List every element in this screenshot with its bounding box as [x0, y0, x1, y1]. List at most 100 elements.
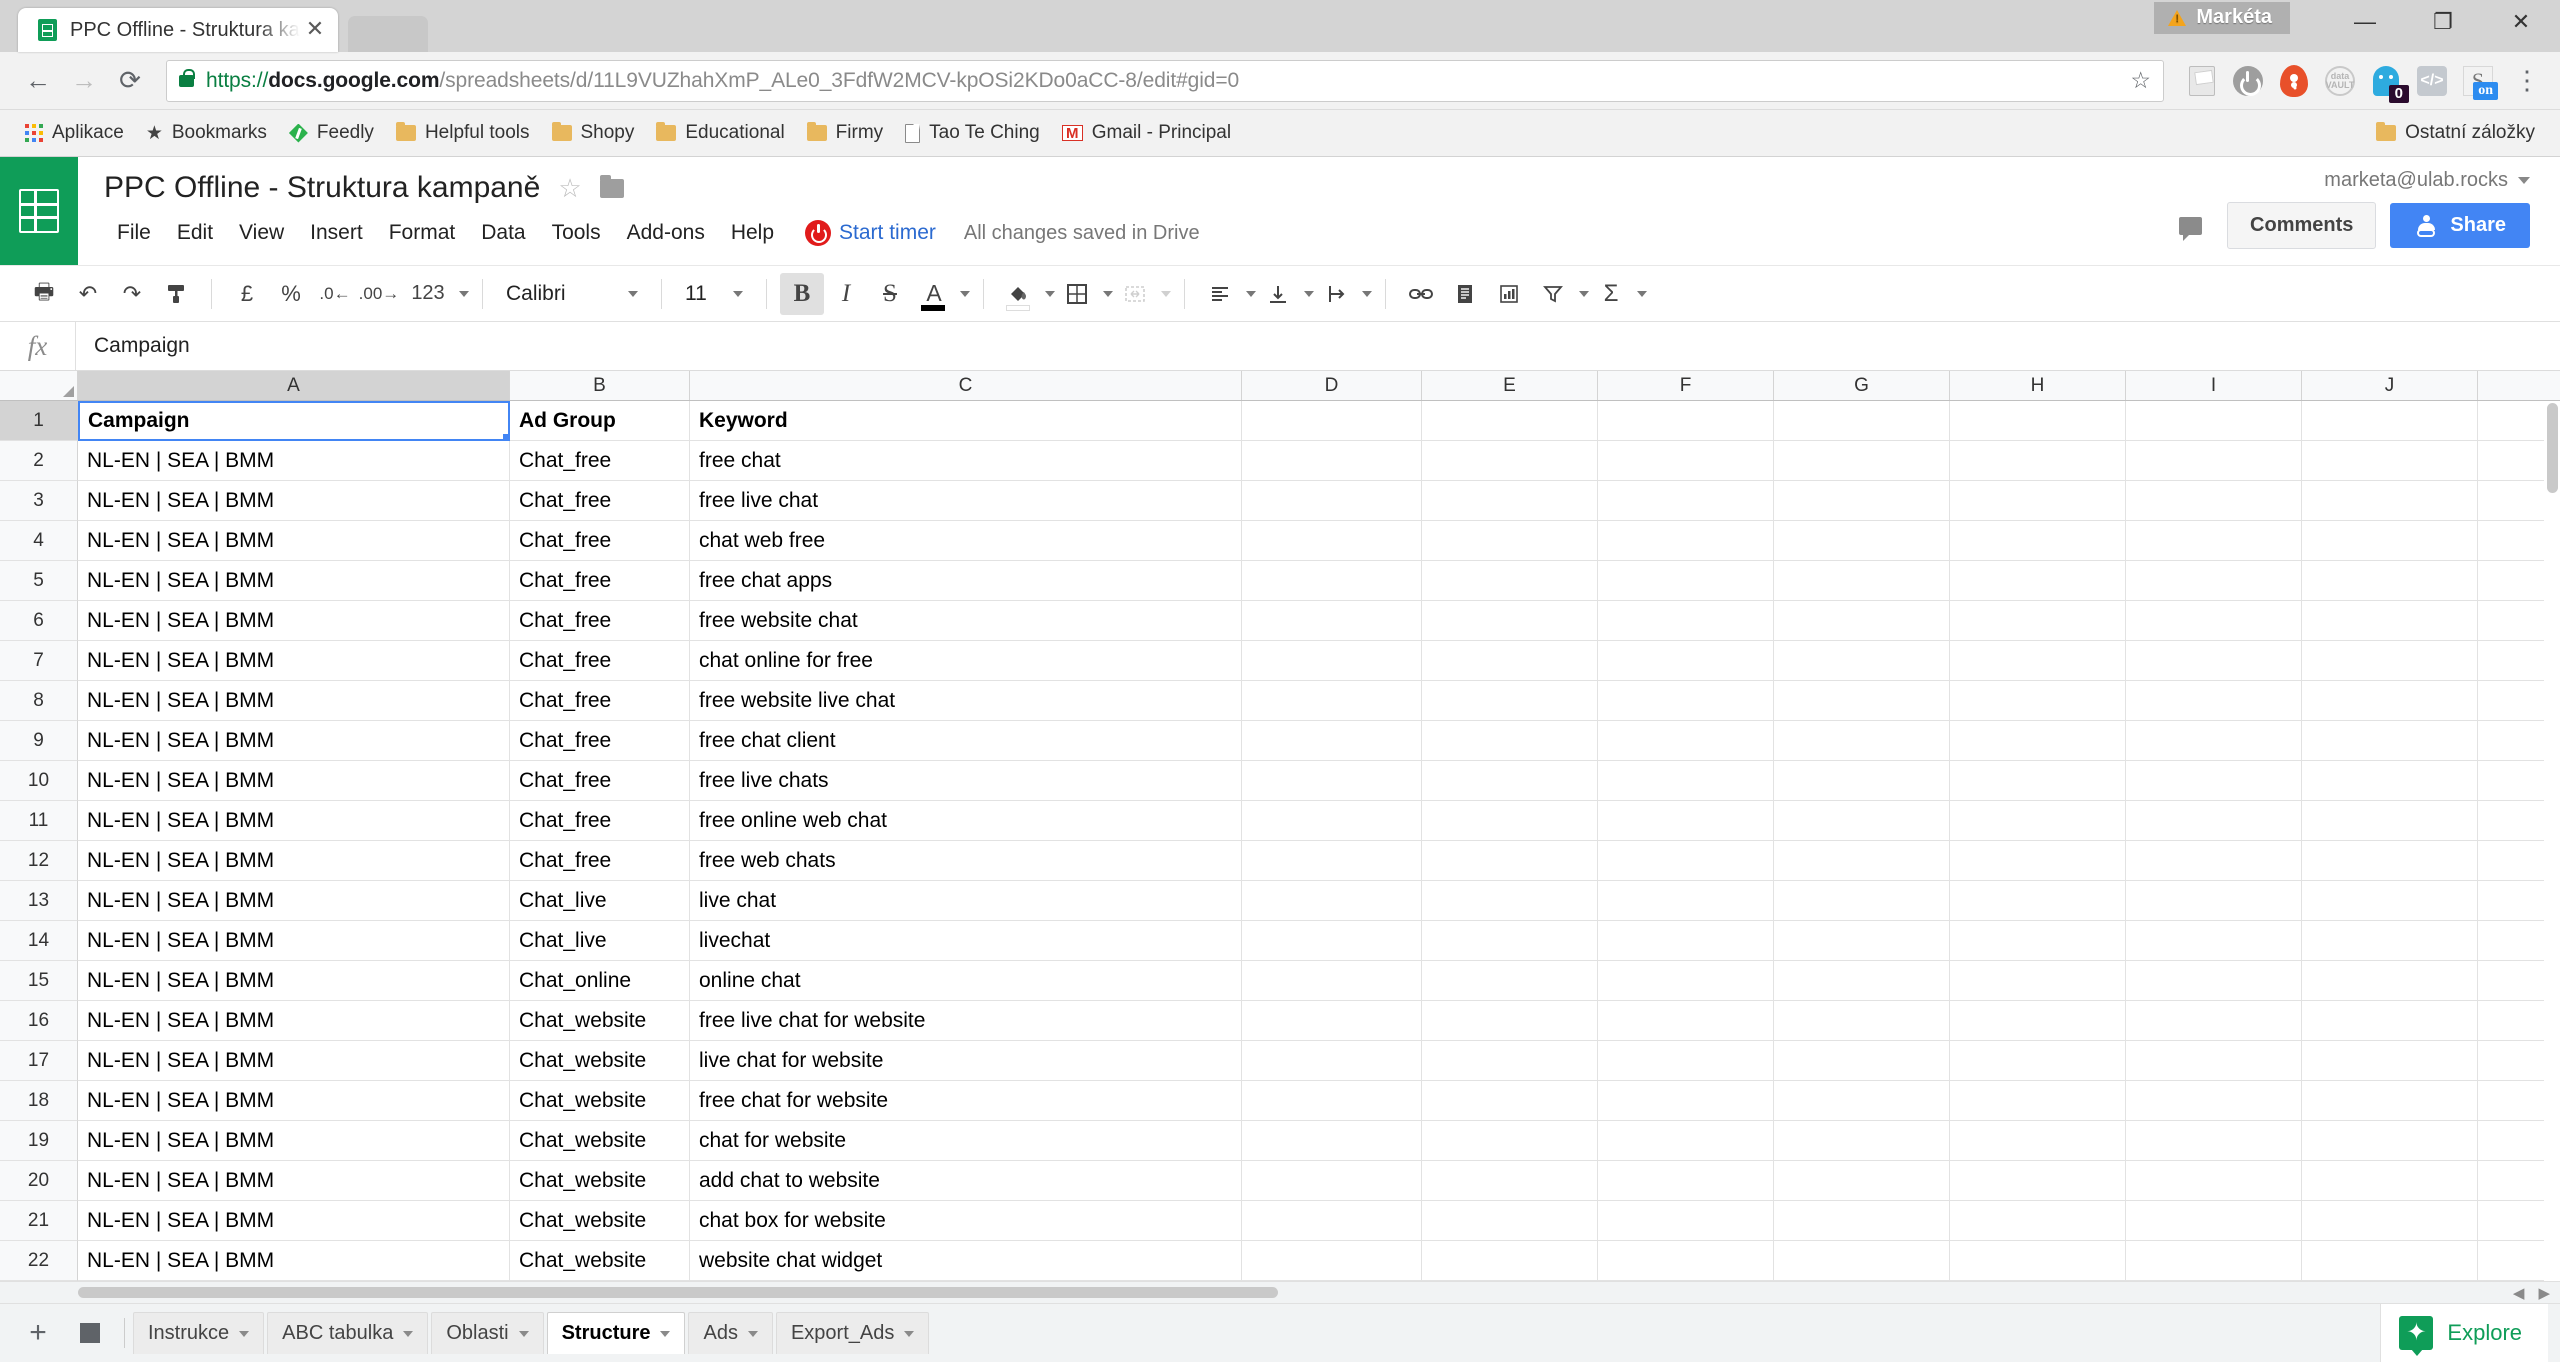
menu-addons[interactable]: Add-ons	[614, 215, 718, 251]
cell-B8[interactable]: Chat_free	[510, 681, 690, 721]
cell-F13[interactable]	[1598, 881, 1774, 921]
cell-J20[interactable]	[2302, 1161, 2478, 1201]
row-header-5[interactable]: 5	[0, 561, 78, 601]
cell-B3[interactable]: Chat_free	[510, 481, 690, 521]
borders-caret-icon[interactable]	[1103, 290, 1113, 297]
cell-B5[interactable]: Chat_free	[510, 561, 690, 601]
cell-H6[interactable]	[1950, 601, 2126, 641]
fill-color-caret-icon[interactable]	[1045, 290, 1055, 297]
formula-input[interactable]: Campaign	[76, 334, 2560, 358]
vertical-scrollbar[interactable]	[2544, 401, 2560, 1281]
borders-icon[interactable]	[1055, 273, 1099, 315]
increase-decimal-icon[interactable]: .00→	[357, 273, 401, 315]
cell-A6[interactable]: NL-EN | SEA | BMM	[78, 601, 510, 641]
row-header-21[interactable]: 21	[0, 1201, 78, 1241]
cell-F8[interactable]	[1598, 681, 1774, 721]
cell-H18[interactable]	[1950, 1081, 2126, 1121]
address-bar[interactable]: https://docs.google.com/spreadsheets/d/1…	[166, 59, 2164, 102]
cell-D9[interactable]	[1242, 721, 1422, 761]
cell-F3[interactable]	[1598, 481, 1774, 521]
cell-E15[interactable]	[1422, 961, 1598, 1001]
cell-H11[interactable]	[1950, 801, 2126, 841]
cell-A22[interactable]: NL-EN | SEA | BMM	[78, 1241, 510, 1281]
insert-link-icon[interactable]	[1399, 273, 1443, 315]
cell-F19[interactable]	[1598, 1121, 1774, 1161]
account-switcher[interactable]: marketa@ulab.rocks	[2324, 169, 2530, 192]
cell-C2[interactable]: free chat	[690, 441, 1242, 481]
cell-A21[interactable]: NL-EN | SEA | BMM	[78, 1201, 510, 1241]
menu-file[interactable]: File	[104, 215, 164, 251]
menu-insert[interactable]: Insert	[297, 215, 376, 251]
cell-F9[interactable]	[1598, 721, 1774, 761]
chevron-down-icon[interactable]	[904, 1330, 915, 1337]
cell-G7[interactable]	[1774, 641, 1950, 681]
row-header-9[interactable]: 9	[0, 721, 78, 761]
cell-H21[interactable]	[1950, 1201, 2126, 1241]
cell-I16[interactable]	[2126, 1001, 2302, 1041]
cell-D22[interactable]	[1242, 1241, 1422, 1281]
column-header-A[interactable]: A	[78, 371, 510, 400]
chevron-down-icon[interactable]	[403, 1330, 414, 1337]
row-header-12[interactable]: 12	[0, 841, 78, 881]
text-wrap-icon[interactable]	[1314, 273, 1358, 315]
cell-E6[interactable]	[1422, 601, 1598, 641]
cell-A15[interactable]: NL-EN | SEA | BMM	[78, 961, 510, 1001]
cell-C17[interactable]: live chat for website	[690, 1041, 1242, 1081]
cell-B4[interactable]: Chat_free	[510, 521, 690, 561]
column-header-F[interactable]: F	[1598, 371, 1774, 400]
bookmark-helpful-tools[interactable]: Helpful tools	[387, 117, 539, 149]
cell-B7[interactable]: Chat_free	[510, 641, 690, 681]
cell-E19[interactable]	[1422, 1121, 1598, 1161]
windows-user-label[interactable]: Markéta	[2154, 2, 2290, 34]
row-header-10[interactable]: 10	[0, 761, 78, 801]
cell-D4[interactable]	[1242, 521, 1422, 561]
cell-F18[interactable]	[1598, 1081, 1774, 1121]
column-header-G[interactable]: G	[1774, 371, 1950, 400]
cell-B11[interactable]: Chat_free	[510, 801, 690, 841]
cell-G16[interactable]	[1774, 1001, 1950, 1041]
cell-E11[interactable]	[1422, 801, 1598, 841]
more-formats-caret-icon[interactable]	[459, 290, 469, 297]
column-header-D[interactable]: D	[1242, 371, 1422, 400]
document-title[interactable]: PPC Offline - Struktura kampaně	[104, 171, 540, 205]
code-extension-icon[interactable]: </>	[2412, 61, 2452, 101]
cell-E13[interactable]	[1422, 881, 1598, 921]
cell-G20[interactable]	[1774, 1161, 1950, 1201]
cell-B13[interactable]: Chat_live	[510, 881, 690, 921]
sheet-tab-instrukce[interactable]: Instrukce	[133, 1312, 265, 1354]
cell-I9[interactable]	[2126, 721, 2302, 761]
cell-F10[interactable]	[1598, 761, 1774, 801]
bookmark-firmy[interactable]: Firmy	[798, 117, 892, 149]
filter-caret-icon[interactable]	[1579, 290, 1589, 297]
vertical-scroll-thumb[interactable]	[2547, 403, 2558, 493]
menu-data[interactable]: Data	[468, 215, 538, 251]
create-filter-icon[interactable]	[1531, 273, 1575, 315]
chevron-down-icon[interactable]	[239, 1330, 250, 1337]
cell-F17[interactable]	[1598, 1041, 1774, 1081]
cell-B10[interactable]: Chat_free	[510, 761, 690, 801]
select-all-corner[interactable]	[0, 371, 78, 400]
cell-C12[interactable]: free web chats	[690, 841, 1242, 881]
strikethrough-button[interactable]: S	[868, 273, 912, 315]
cell-J2[interactable]	[2302, 441, 2478, 481]
decrease-decimal-icon[interactable]: .0←	[313, 273, 357, 315]
cell-C5[interactable]: free chat apps	[690, 561, 1242, 601]
chevron-down-icon[interactable]	[518, 1330, 529, 1337]
cell-D19[interactable]	[1242, 1121, 1422, 1161]
cell-H7[interactable]	[1950, 641, 2126, 681]
cell-E5[interactable]	[1422, 561, 1598, 601]
cell-B14[interactable]: Chat_live	[510, 921, 690, 961]
row-header-1[interactable]: 1	[0, 401, 78, 441]
cell-H13[interactable]	[1950, 881, 2126, 921]
cell-C3[interactable]: free live chat	[690, 481, 1242, 521]
cell-G17[interactable]	[1774, 1041, 1950, 1081]
cell-C22[interactable]: website chat widget	[690, 1241, 1242, 1281]
cell-E12[interactable]	[1422, 841, 1598, 881]
cell-I6[interactable]	[2126, 601, 2302, 641]
menu-help[interactable]: Help	[718, 215, 787, 251]
s-extension-icon[interactable]: Son	[2458, 61, 2498, 101]
cell-A4[interactable]: NL-EN | SEA | BMM	[78, 521, 510, 561]
cell-A10[interactable]: NL-EN | SEA | BMM	[78, 761, 510, 801]
cell-C15[interactable]: online chat	[690, 961, 1242, 1001]
cell-H20[interactable]	[1950, 1161, 2126, 1201]
